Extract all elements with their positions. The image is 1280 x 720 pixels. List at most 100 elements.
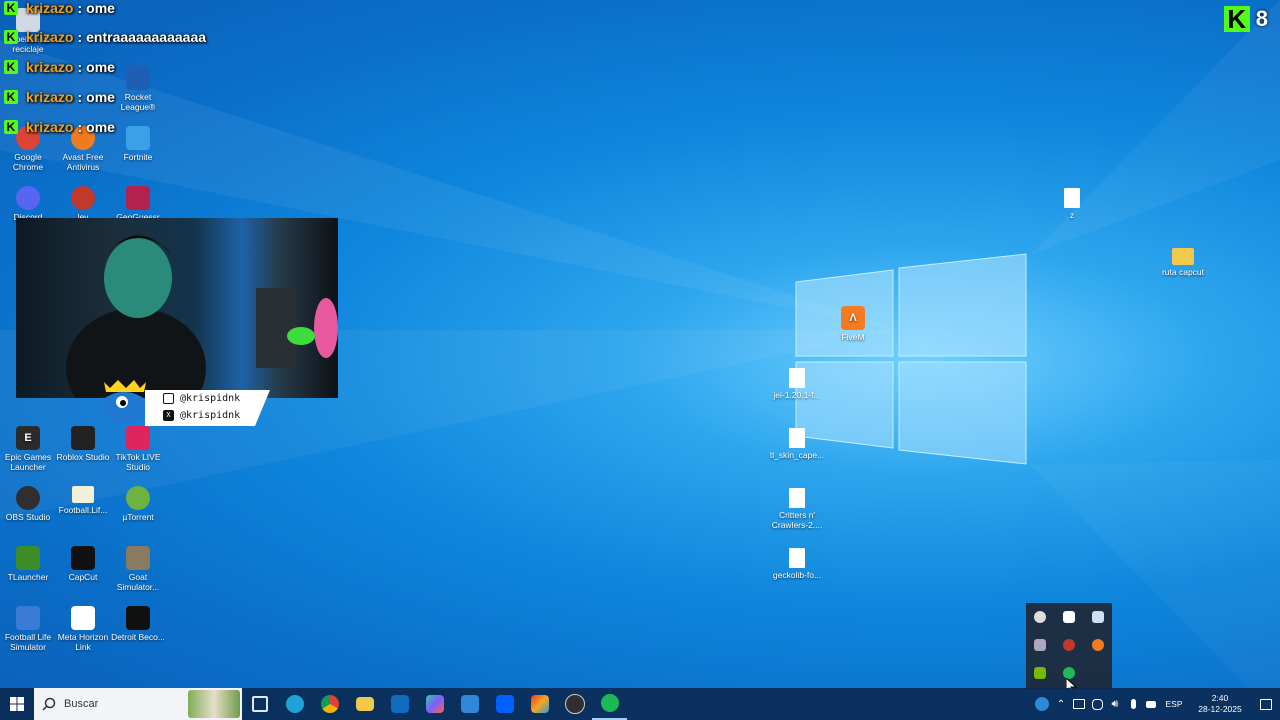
avast-tray-icon[interactable]: [1092, 639, 1104, 651]
windows-start-icon: [10, 697, 24, 711]
start-button[interactable]: [0, 688, 34, 720]
goat-simulator-icon: [126, 546, 150, 570]
dropbox-icon: [495, 695, 514, 713]
desktop-icon-geoguessr[interactable]: GeoGuessr: [110, 186, 166, 222]
taskbar: Buscar ⌃ 🔊︎ ESP 2:40 28-12-2025: [0, 688, 1280, 720]
taskbar-file-explorer[interactable]: [347, 688, 382, 720]
discord-icon: [16, 186, 40, 210]
help-icon[interactable]: [1032, 688, 1052, 720]
desktop-icon-tl-skin-cape[interactable]: tl_skin_cape...: [769, 428, 825, 460]
chat-message: K krizazo : ome: [4, 119, 115, 135]
taskbar-store[interactable]: [452, 688, 487, 720]
notifications-icon[interactable]: [1252, 688, 1280, 720]
fortnite-icon: [126, 126, 150, 150]
taskbar-dropbox[interactable]: [487, 688, 522, 720]
desktop-icon-geckolib[interactable]: geckolib-fo...: [769, 548, 825, 580]
document-icon: [789, 368, 805, 388]
folder-icon: [355, 697, 374, 711]
chat-message: K krizazo : ome: [4, 89, 115, 105]
desktop-icon-obs-studio[interactable]: OBS Studio: [0, 486, 56, 522]
social-row: X @krispidnk: [145, 407, 270, 424]
obs-icon: [16, 486, 40, 510]
taskbar-outlook[interactable]: [382, 688, 417, 720]
taskbar-chrome[interactable]: [312, 688, 347, 720]
kick-badge-icon: K: [4, 120, 18, 134]
show-hidden-icons-chevron-up-icon[interactable]: ⌃: [1052, 688, 1070, 720]
office-icon: [530, 695, 549, 713]
desktop-icon-rocket-league[interactable]: Rocket League®: [110, 66, 166, 112]
desktop-icon-z[interactable]: z: [1044, 188, 1100, 220]
geoguessr-icon: [126, 186, 150, 210]
nvidia-icon[interactable]: [1034, 667, 1046, 679]
steam-icon[interactable]: [1092, 611, 1104, 623]
chat-username: krizazo: [26, 59, 74, 75]
chat-text: ome: [86, 119, 115, 135]
kick-logo-icon: K: [1223, 6, 1250, 32]
network-icon[interactable]: [1142, 688, 1160, 720]
desktop-icon-fortnite[interactable]: Fortnite: [110, 126, 166, 162]
desktop-icon-tiktok-live[interactable]: TikTok LIVE Studio: [110, 426, 166, 472]
chat-username: krizazo: [26, 89, 74, 105]
tlauncher-icon: [16, 546, 40, 570]
desktop-icon-epic-games[interactable]: E Epic Games Launcher: [0, 426, 56, 472]
tray-app-icon[interactable]: [1034, 611, 1046, 623]
taskbar-office[interactable]: [522, 688, 557, 720]
desktop-icon-ruta-capcut[interactable]: ruta capcut: [1155, 248, 1211, 277]
chrome-icon: [320, 695, 339, 713]
chat-text: ome: [86, 59, 115, 75]
chat-message: K krizazo : entraaaaaaaaaaaa: [4, 29, 206, 45]
kick-badge-icon: K: [4, 1, 18, 15]
kick-badge-icon: K: [4, 60, 18, 74]
system-clock[interactable]: 2:40 28-12-2025: [1188, 688, 1252, 720]
desktop-icon-tlauncher[interactable]: TLauncher: [0, 546, 56, 582]
store-icon: [460, 695, 479, 713]
viewer-count: 8: [1255, 6, 1268, 31]
desktop-icon-discord[interactable]: Discord: [0, 186, 56, 222]
desktop-icon-goat-simulator[interactable]: Goat Simulator...: [110, 546, 166, 592]
taskbar-task-view[interactable]: [242, 688, 277, 720]
copilot-icon: [425, 695, 444, 713]
taskbar-edge[interactable]: [277, 688, 312, 720]
tray-app-icon[interactable]: [1063, 611, 1075, 623]
tray-app-icon[interactable]: [1063, 639, 1075, 651]
webcam-scene: [66, 235, 338, 398]
desktop-icon-roblox-studio[interactable]: Roblox Studio: [55, 426, 111, 462]
meta-horizon-icon: [71, 606, 95, 630]
edge-icon: [285, 695, 304, 713]
social-handles: @krispidnk X @krispidnk: [145, 390, 270, 426]
search-placeholder: Buscar: [64, 698, 99, 710]
microphone-icon[interactable]: [1124, 688, 1142, 720]
taskbar-obs[interactable]: [557, 688, 592, 720]
desktop-icon-meta-horizon[interactable]: Meta Horizon Link: [55, 606, 111, 652]
chat-username: krizazo: [26, 119, 74, 135]
chat-text: ome: [86, 89, 115, 105]
desktop-icon-capcut[interactable]: CapCut: [55, 546, 111, 582]
desktop-icon-football-life-simulator[interactable]: Football Life Simulator: [0, 606, 56, 652]
taskbar-search-box[interactable]: Buscar: [34, 688, 242, 720]
language-indicator[interactable]: ESP: [1160, 688, 1188, 720]
desktop-icon-utorrent[interactable]: µTorrent: [110, 486, 166, 522]
taskbar-spotify[interactable]: [592, 688, 627, 720]
chat-message: K krizazo : ome: [4, 59, 115, 75]
desktop-icon-football-life-file[interactable]: Football.Lif...: [55, 486, 111, 515]
speaker-icon[interactable]: 🔊︎: [1106, 688, 1124, 720]
chat-username: krizazo: [26, 29, 74, 45]
document-icon: [789, 548, 805, 568]
desktop-icon-lev[interactable]: lev: [55, 186, 111, 222]
tray-app-icon[interactable]: [1088, 688, 1106, 720]
tray-monitor-icon[interactable]: [1070, 688, 1088, 720]
search-icon: [42, 697, 56, 711]
tray-app-icon[interactable]: [1034, 639, 1046, 651]
document-icon: [1064, 188, 1080, 208]
desktop-icon-critters[interactable]: Critters n' Crawlers-2....: [769, 488, 825, 530]
desktop-icon-detroit[interactable]: Detroit Beco...: [110, 606, 166, 642]
kick-badge-icon: K: [4, 90, 18, 104]
document-icon: [789, 488, 805, 508]
taskbar-copilot[interactable]: [417, 688, 452, 720]
desktop-icon-fivem[interactable]: Λ FiveM: [825, 306, 881, 342]
windows-logo: [795, 253, 1027, 465]
detroit-icon: [126, 606, 150, 630]
search-highlight-image: [188, 690, 240, 718]
desktop-icon-jei[interactable]: jei-1.20.1-f...: [769, 368, 825, 400]
kick-badge-icon: K: [4, 30, 18, 44]
